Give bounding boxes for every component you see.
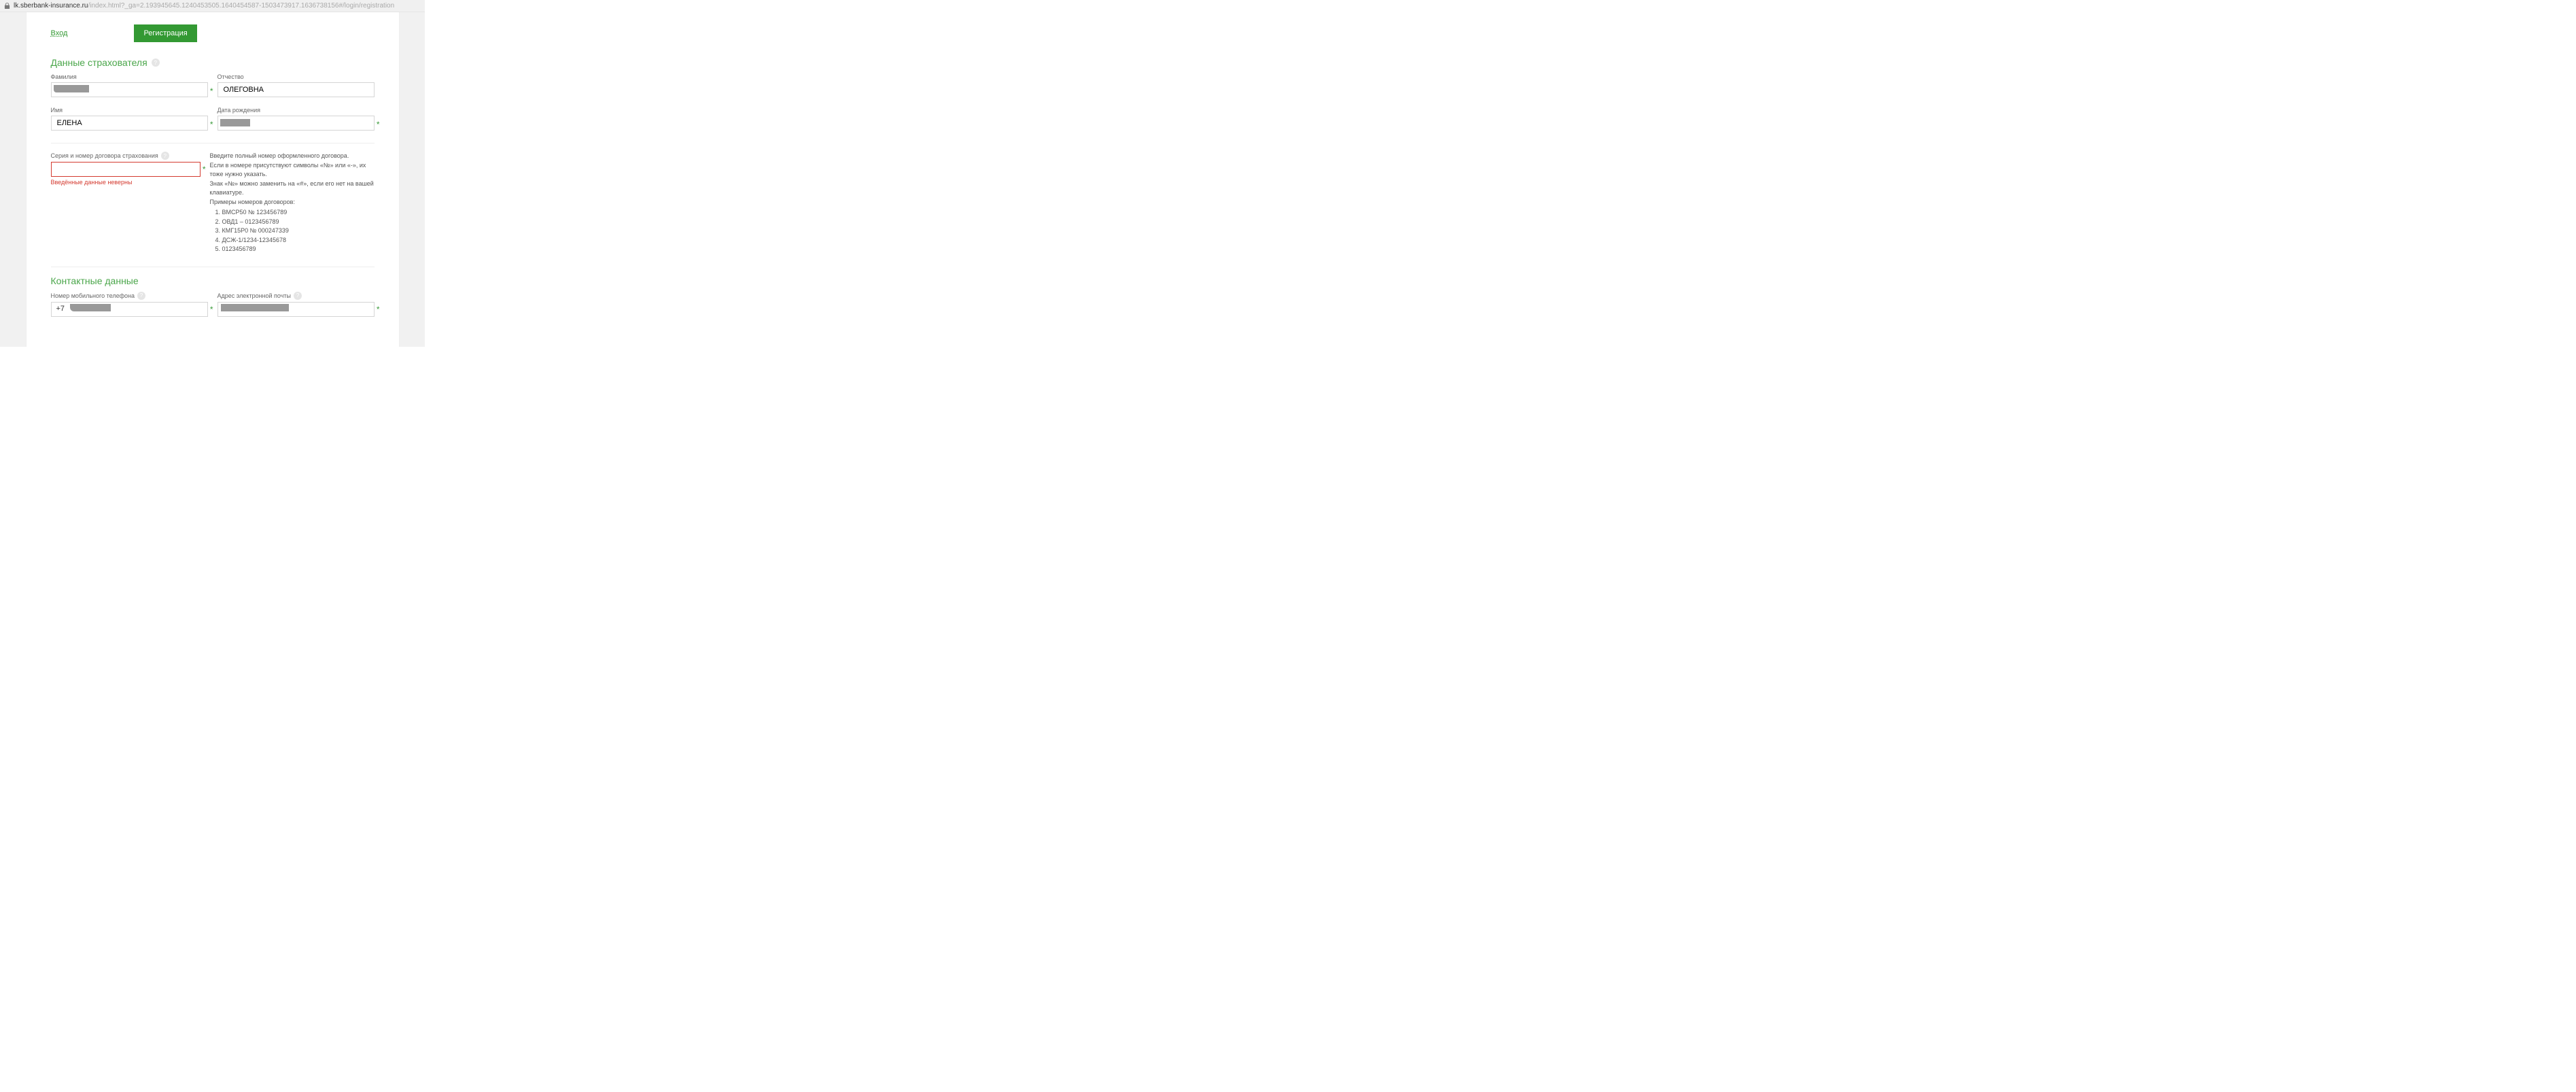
page-container: Вход Регистрация Данные страхователя ? Ф…: [26, 12, 400, 347]
contract-help-text: Введите полный номер оформленного догово…: [210, 152, 375, 254]
phone-label-text: Номер мобильного телефона: [51, 292, 135, 299]
email-input[interactable]: [217, 302, 375, 317]
firstname-input[interactable]: [51, 116, 208, 131]
required-star: *: [210, 120, 213, 129]
policyholder-section-title: Данные страхователя ?: [51, 57, 375, 68]
contract-example: КМГ15Р0 № 000247339: [222, 226, 375, 236]
contract-input[interactable]: [51, 162, 201, 177]
address-bar: lk.sberbank-insurance.ru/index.html?_ga=…: [0, 0, 425, 12]
register-tab[interactable]: Регистрация: [134, 24, 196, 42]
required-star: *: [210, 305, 213, 314]
required-star: *: [210, 86, 213, 96]
phone-label: Номер мобильного телефона ?: [51, 292, 208, 300]
firstname-label: Имя: [51, 107, 208, 114]
contract-example: ДСЖ-1/1234-12345678: [222, 236, 375, 245]
contract-error: Введённые данные неверны: [51, 179, 201, 186]
lastname-field: Фамилия *: [51, 73, 208, 97]
help-icon[interactable]: ?: [294, 292, 302, 300]
required-star: *: [377, 120, 380, 129]
lock-icon: [4, 3, 10, 9]
login-tab[interactable]: Вход: [51, 29, 68, 37]
firstname-field: Имя *: [51, 107, 208, 131]
contract-help-examples-title: Примеры номеров договоров:: [210, 198, 375, 207]
required-star: *: [203, 165, 206, 174]
contract-label: Серия и номер договора страхования ?: [51, 152, 201, 160]
patronymic-input[interactable]: [217, 82, 375, 97]
address-path: /index.html?_ga=2.193945645.1240453505.1…: [88, 2, 395, 10]
page-background: Вход Регистрация Данные страхователя ? Ф…: [0, 12, 425, 347]
help-icon[interactable]: ?: [161, 152, 169, 160]
contact-title-text: Контактные данные: [51, 275, 139, 286]
contract-help-line3: Знак «№» можно заменить на «#», если его…: [210, 180, 375, 198]
email-label: Адрес электронной почты ?: [217, 292, 375, 300]
auth-tabs: Вход Регистрация: [51, 24, 375, 42]
address-host: lk.sberbank-insurance.ru: [14, 2, 88, 10]
required-star: *: [377, 305, 380, 314]
contract-example: 0123456789: [222, 245, 375, 254]
contract-label-text: Серия и номер договора страхования: [51, 152, 158, 159]
contract-examples-list: ВМСР50 № 123456789 ОВД1 – 0123456789 КМГ…: [222, 208, 375, 254]
help-icon[interactable]: ?: [152, 58, 160, 67]
patronymic-label: Отчество: [217, 73, 375, 80]
contract-example: ОВД1 – 0123456789: [222, 218, 375, 227]
dob-label: Дата рождения: [217, 107, 375, 114]
contact-section-title: Контактные данные: [51, 275, 375, 286]
contract-example: ВМСР50 № 123456789: [222, 208, 375, 218]
lastname-input[interactable]: [51, 82, 208, 97]
contract-help-line1: Введите полный номер оформленного догово…: [210, 152, 375, 161]
email-field: Адрес электронной почты ? *: [217, 292, 375, 317]
phone-field: Номер мобильного телефона ? +7 *: [51, 292, 208, 317]
contract-help-line2: Если в номере присутствуют символы «№» и…: [210, 161, 375, 180]
lastname-label: Фамилия: [51, 73, 208, 80]
contract-field: Серия и номер договора страхования ? * В…: [51, 152, 201, 186]
email-label-text: Адрес электронной почты: [217, 292, 292, 299]
policyholder-title-text: Данные страхователя: [51, 57, 147, 68]
dob-input[interactable]: [217, 116, 375, 131]
phone-input[interactable]: [51, 302, 208, 317]
dob-field: Дата рождения *: [217, 107, 375, 131]
help-icon[interactable]: ?: [137, 292, 145, 300]
patronymic-field: Отчество: [217, 73, 375, 97]
